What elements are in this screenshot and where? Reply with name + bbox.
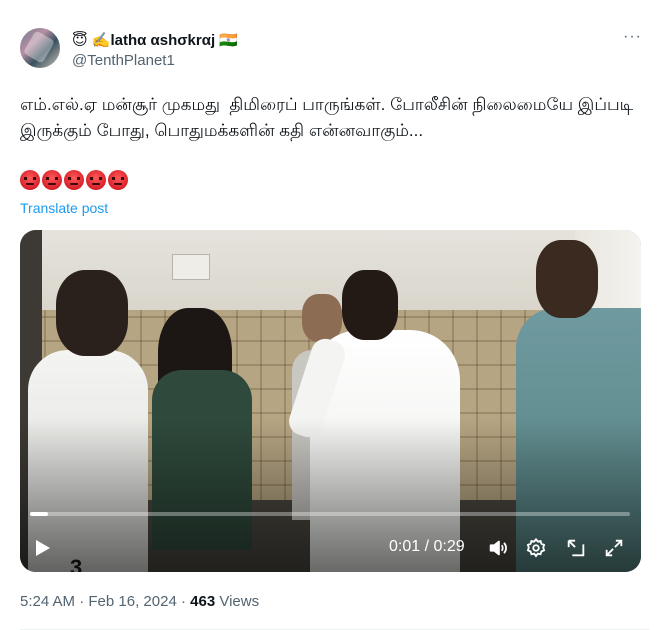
angry-face-icon [108,170,128,190]
india-flag-icon: 🇮🇳 [219,32,238,49]
play-icon[interactable] [36,540,50,556]
video-time-display: 0:01 / 0:29 [389,538,465,555]
fullscreen-icon[interactable] [603,537,625,559]
display-name-text: lathα αshσkrαj [110,32,216,49]
meta-separator: · [79,593,85,610]
video-player[interactable]: 3 0:01 / 0:29 [20,230,641,572]
writing-hand-emoji-icon: ✍️ [91,32,111,49]
angry-emoji-row [20,170,128,190]
video-controls: 0:01 / 0:29 [20,530,641,566]
video-current-time: 0:01 [389,538,421,555]
picture-in-picture-icon[interactable] [565,537,587,559]
angry-face-icon [42,170,62,190]
video-duration: 0:29 [433,538,465,555]
video-progress-bar[interactable] [30,512,630,516]
video-frame: 3 [20,230,641,572]
post-time[interactable]: 5:24 AM [20,593,75,610]
views-count: 463 [190,593,216,610]
angry-face-icon [86,170,106,190]
angry-face-icon [20,170,40,190]
smiling-halo-emoji-icon: 😇 [72,32,88,49]
tweet-meta: 5:24 AM · Feb 16, 2024 · 463 Views [20,593,259,610]
settings-icon[interactable] [525,537,547,559]
tweet-card: 😇 ✍️lathα αshσkrαj 🇮🇳 @TenthPlanet1 ··· … [0,0,670,630]
tweet-text: எம்.எல்.ஏ மன்சூர் முகமது திமிரைப் பாருங்… [20,95,638,140]
author-handle[interactable]: @TenthPlanet1 [72,52,175,69]
meta-separator: · [180,593,186,610]
video-progress-fill [30,512,48,516]
views-label: Views [219,593,260,610]
post-date[interactable]: Feb 16, 2024 [88,593,176,610]
angry-face-icon [64,170,84,190]
volume-icon[interactable] [487,537,509,559]
more-options-icon[interactable]: ··· [623,28,642,46]
author-display-name[interactable]: 😇 ✍️lathα αshσkrαj 🇮🇳 [72,31,238,49]
translate-post-link[interactable]: Translate post [20,200,108,216]
avatar[interactable] [20,28,60,68]
